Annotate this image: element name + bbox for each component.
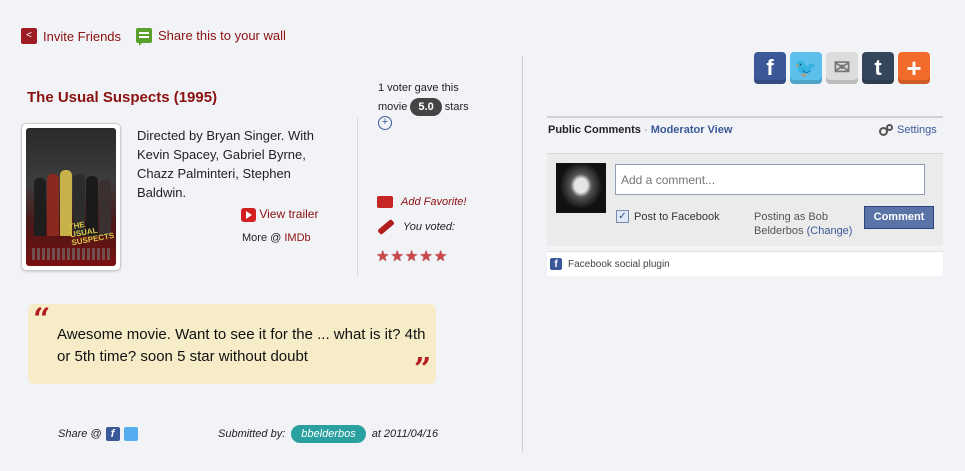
invite-friends-link[interactable]: < Invite Friends: [21, 28, 121, 44]
share-wall-link[interactable]: Share this to your wall: [136, 28, 286, 46]
movie-description: Directed by Bryan Singer. With Kevin Spa…: [137, 128, 315, 200]
submitted-row: Submitted by: bbelderbos at 2011/04/16: [218, 425, 438, 443]
comment-button[interactable]: Comment: [864, 206, 934, 229]
view-trailer-link[interactable]: View trailer: [241, 207, 318, 222]
twitter-button[interactable]: 🐦: [790, 52, 822, 84]
plugin-label: Facebook social plugin: [568, 258, 670, 270]
posting-as: Posting as Bob Belderbos (Change): [754, 210, 854, 238]
rating-line: movie 5.0 stars: [378, 98, 469, 116]
comment-input[interactable]: [615, 164, 925, 195]
facebook-share-icon[interactable]: f: [105, 427, 120, 441]
email-button[interactable]: ✉: [826, 52, 858, 84]
change-account-link[interactable]: (Change): [807, 225, 853, 237]
stars-label: stars: [444, 101, 469, 113]
user-star-rating[interactable]: ★ ★ ★ ★ ★: [376, 247, 447, 265]
column-separator: [357, 118, 358, 276]
submitted-date: at 2011/04/16: [371, 428, 439, 440]
review-text: Awesome movie. Want to see it for the ..…: [57, 326, 426, 365]
twitter-share-icon[interactable]: [123, 427, 138, 441]
invite-friends-label: Invite Friends: [43, 28, 122, 44]
play-icon: [241, 207, 256, 222]
settings-link[interactable]: Settings: [879, 124, 937, 136]
comments-top-rule: [547, 116, 943, 118]
poster-credits: [32, 248, 110, 260]
post-to-facebook-label: Post to Facebook: [634, 210, 720, 223]
tumblr-button[interactable]: t: [862, 52, 894, 84]
share-icon: <: [21, 28, 37, 44]
poster-title: THE USUAL SUSPECTS: [68, 219, 115, 248]
rating-score: 5.0: [410, 98, 442, 116]
you-voted: You voted:: [377, 218, 455, 236]
movie-poster[interactable]: THE USUAL SUSPECTS: [21, 123, 121, 271]
voters-text: 1 voter gave this: [378, 82, 459, 94]
tab-separator: ·: [643, 124, 648, 136]
open-quote-mark: “: [33, 302, 51, 337]
comment-compose-panel: ✓ Post to Facebook Posting as Bob Belder…: [547, 153, 943, 246]
settings-label: Settings: [897, 124, 937, 136]
share-label: Share @: [58, 428, 102, 440]
gear-icon: [879, 124, 893, 136]
close-quote-mark: ”: [414, 352, 432, 387]
main-divider: [522, 56, 523, 452]
tab-moderator-view[interactable]: Moderator View: [651, 124, 733, 136]
folder-icon: [377, 196, 393, 208]
star-icon[interactable]: ★: [419, 247, 432, 265]
review-quote-box: “ Awesome movie. Want to see it for the …: [28, 302, 436, 387]
star-icon[interactable]: ★: [376, 247, 389, 265]
star-icon[interactable]: ★: [405, 247, 418, 265]
movie-title[interactable]: The Usual Suspects (1995): [27, 89, 217, 106]
submitted-by-label: Submitted by:: [218, 428, 286, 440]
poster-image: THE USUAL SUSPECTS: [26, 128, 116, 266]
star-icon[interactable]: ★: [434, 247, 447, 265]
post-to-facebook-checkbox[interactable]: ✓: [616, 210, 629, 223]
username-badge[interactable]: bbelderbos: [291, 425, 366, 443]
movie-label: movie: [378, 101, 408, 113]
add-favorite-link[interactable]: Add Favorite!: [377, 196, 466, 208]
you-voted-label: You voted:: [403, 221, 455, 233]
facebook-button[interactable]: f: [754, 52, 786, 84]
pencil-icon: [377, 218, 395, 236]
expand-plus-icon[interactable]: +: [378, 116, 392, 130]
tab-public-comments[interactable]: Public Comments: [548, 124, 641, 136]
post-to-facebook-option[interactable]: ✓ Post to Facebook: [616, 210, 720, 223]
imdb-link[interactable]: IMDb: [284, 232, 310, 244]
more-prefix: More @: [242, 232, 282, 244]
addthis-button[interactable]: +: [898, 52, 930, 84]
comment-bubble-icon: [136, 28, 152, 46]
comments-tabs: Public Comments · Moderator View: [548, 124, 732, 136]
social-buttons: f 🐦 ✉ t +: [754, 52, 930, 84]
share-row: Share @ f: [58, 427, 138, 441]
social-plugin-footer: f Facebook social plugin: [547, 251, 943, 276]
star-icon[interactable]: ★: [390, 247, 403, 265]
avatar[interactable]: [556, 163, 606, 213]
add-favorite-label: Add Favorite!: [401, 196, 467, 208]
view-trailer-label: View trailer: [259, 207, 319, 221]
more-imdb: More @ IMDb: [242, 232, 311, 244]
share-wall-label: Share this to your wall: [158, 28, 286, 43]
facebook-icon: f: [550, 258, 562, 270]
